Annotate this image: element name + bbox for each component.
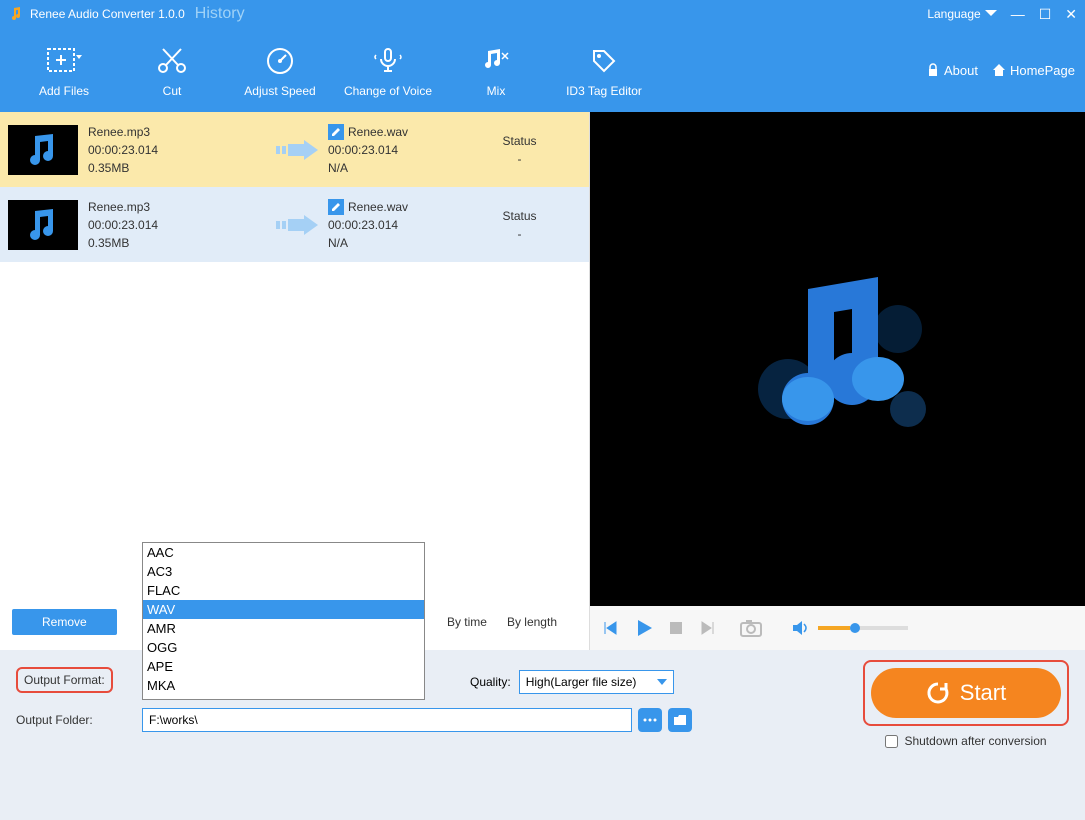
file-row[interactable]: Renee.mp3 00:00:23.014 0.35MB Renee.wav … bbox=[0, 187, 589, 262]
arrow-icon bbox=[268, 213, 328, 237]
volume-slider[interactable] bbox=[818, 626, 908, 630]
file-row[interactable]: Renee.mp3 00:00:23.014 0.35MB Renee.wav … bbox=[0, 112, 589, 187]
file-source-info: Renee.mp3 00:00:23.014 0.35MB bbox=[78, 198, 268, 252]
refresh-icon bbox=[926, 681, 950, 705]
shutdown-checkbox-input[interactable] bbox=[885, 735, 898, 748]
change-voice-button[interactable]: Change of Voice bbox=[334, 42, 442, 98]
play-button[interactable] bbox=[634, 618, 654, 638]
mix-button[interactable]: Mix bbox=[442, 42, 550, 98]
stop-button[interactable] bbox=[668, 620, 684, 636]
file-thumbnail bbox=[8, 200, 78, 250]
remove-button[interactable]: Remove bbox=[12, 609, 117, 635]
start-button[interactable]: Start bbox=[871, 668, 1061, 718]
by-length-option[interactable]: By length bbox=[507, 615, 557, 629]
edit-icon[interactable] bbox=[328, 199, 344, 215]
toolbar: Add Files Cut Adjust Speed Change of Voi… bbox=[0, 28, 1085, 112]
microphone-icon bbox=[372, 45, 404, 75]
output-folder-input[interactable] bbox=[142, 708, 632, 732]
quality-label: Quality: bbox=[470, 675, 511, 689]
playback-controls bbox=[590, 606, 1085, 650]
output-folder-label: Output Folder: bbox=[16, 713, 116, 727]
close-button[interactable]: ✕ bbox=[1065, 6, 1077, 23]
file-source-info: Renee.mp3 00:00:23.014 0.35MB bbox=[78, 123, 268, 177]
format-option[interactable]: FLAC bbox=[143, 581, 424, 600]
dropdown-icon bbox=[985, 10, 997, 18]
add-files-button[interactable]: Add Files bbox=[10, 42, 118, 98]
snapshot-button[interactable] bbox=[740, 619, 762, 637]
next-track-button[interactable] bbox=[698, 619, 716, 637]
file-status: Status - bbox=[458, 132, 581, 168]
format-option[interactable]: MKA bbox=[143, 676, 424, 695]
format-option[interactable]: OGG bbox=[143, 638, 424, 657]
file-status: Status - bbox=[458, 207, 581, 243]
music-note-icon bbox=[23, 132, 63, 168]
scissors-icon bbox=[156, 45, 188, 75]
id3-editor-button[interactable]: ID3 Tag Editor bbox=[550, 42, 658, 98]
chevron-down-icon bbox=[657, 679, 667, 685]
music-note-icon bbox=[23, 207, 63, 243]
format-option[interactable]: AAC bbox=[143, 543, 424, 562]
preview-panel bbox=[590, 112, 1085, 650]
cut-button[interactable]: Cut bbox=[118, 42, 226, 98]
open-folder-button[interactable] bbox=[668, 708, 692, 732]
settings-panel: AAC AC3 FLAC WAV AMR OGG APE MKA Output … bbox=[0, 650, 1085, 820]
app-title: Renee Audio Converter 1.0.0 bbox=[30, 7, 185, 21]
volume-icon[interactable] bbox=[792, 620, 810, 636]
arrow-icon bbox=[268, 138, 328, 162]
language-selector[interactable]: Language bbox=[927, 7, 996, 21]
format-option[interactable]: AC3 bbox=[143, 562, 424, 581]
file-output-info: Renee.wav 00:00:23.014 N/A bbox=[328, 198, 458, 252]
tag-icon bbox=[588, 45, 620, 75]
preview-video bbox=[590, 112, 1085, 606]
format-option[interactable]: APE bbox=[143, 657, 424, 676]
about-link[interactable]: About bbox=[926, 63, 978, 78]
app-logo-icon bbox=[8, 6, 24, 22]
edit-icon[interactable] bbox=[328, 124, 344, 140]
home-icon bbox=[992, 63, 1006, 77]
maximize-button[interactable]: ☐ bbox=[1039, 6, 1052, 23]
prev-track-button[interactable] bbox=[602, 619, 620, 637]
format-option[interactable]: WAV bbox=[143, 600, 424, 619]
quality-dropdown[interactable]: High(Larger file size) bbox=[519, 670, 674, 694]
output-format-label: Output Format: bbox=[16, 667, 113, 693]
titlebar: Renee Audio Converter 1.0.0 History Lang… bbox=[0, 0, 1085, 28]
minimize-button[interactable]: — bbox=[1011, 6, 1025, 22]
file-thumbnail bbox=[8, 125, 78, 175]
homepage-link[interactable]: HomePage bbox=[992, 63, 1075, 78]
format-option[interactable]: AMR bbox=[143, 619, 424, 638]
music-note-artwork bbox=[728, 249, 948, 469]
lock-icon bbox=[926, 63, 940, 77]
by-time-option[interactable]: By time bbox=[447, 615, 487, 629]
browse-folder-button[interactable] bbox=[638, 708, 662, 732]
adjust-speed-button[interactable]: Adjust Speed bbox=[226, 42, 334, 98]
shutdown-checkbox[interactable]: Shutdown after conversion bbox=[863, 734, 1069, 748]
file-output-info: Renee.wav 00:00:23.014 N/A bbox=[328, 123, 458, 177]
history-link[interactable]: History bbox=[195, 5, 245, 23]
mix-icon bbox=[480, 45, 512, 75]
format-dropdown-list[interactable]: AAC AC3 FLAC WAV AMR OGG APE MKA bbox=[142, 542, 425, 700]
add-files-icon bbox=[46, 45, 82, 75]
gauge-icon bbox=[264, 45, 296, 75]
